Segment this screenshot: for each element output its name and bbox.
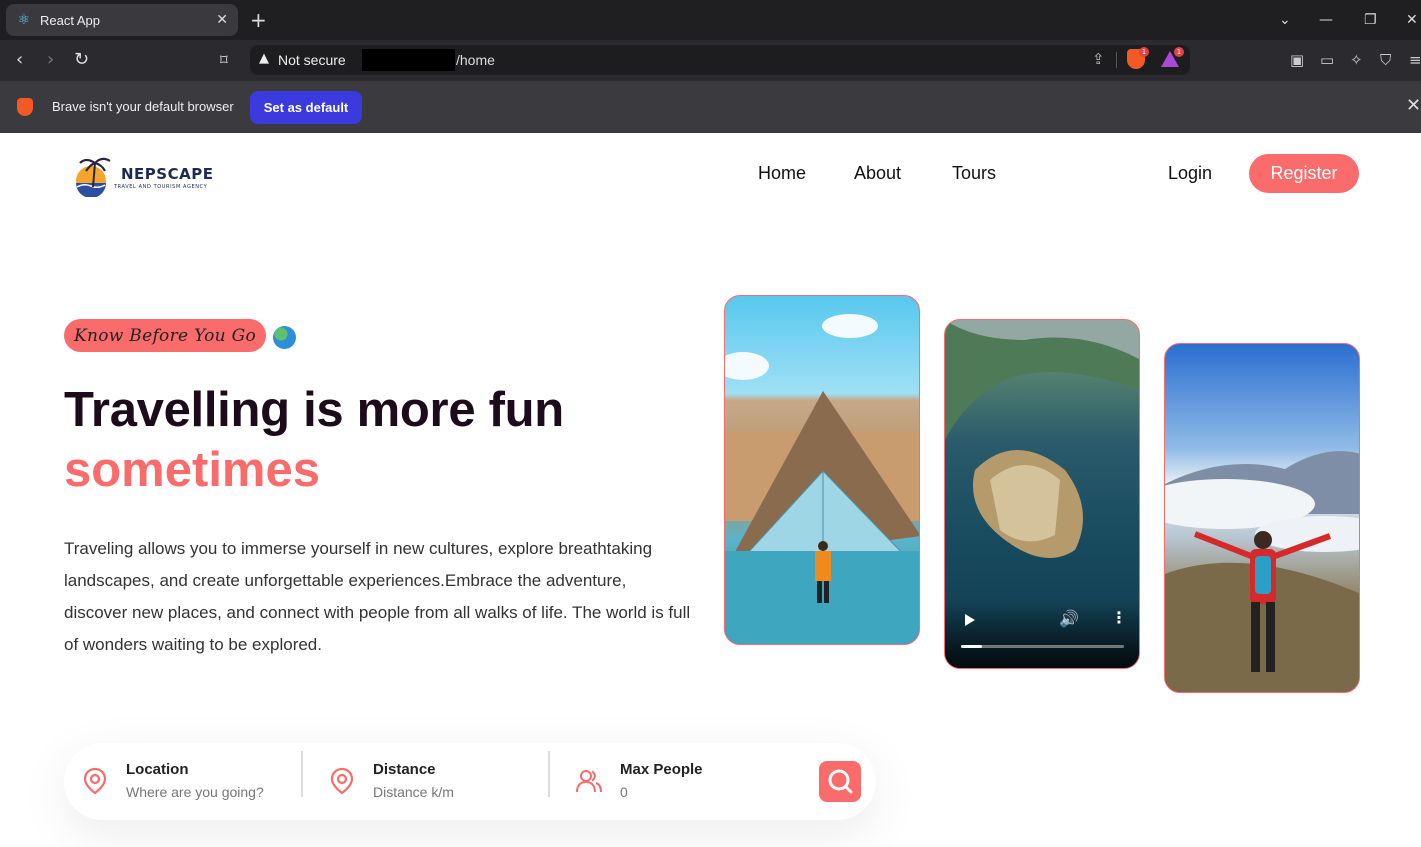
sidebar-toggle-icon[interactable]: ▣ [1290, 52, 1304, 68]
omnibox-divider [1116, 52, 1117, 68]
nav-about[interactable]: About [854, 163, 901, 184]
address-bar[interactable]: ▲ Not secure /home ⇪ 1 1 [250, 45, 1190, 75]
more-options-icon[interactable]: ⋮ [1111, 608, 1127, 627]
distance-input[interactable]: Distance k/m [373, 784, 454, 800]
globe-icon [273, 326, 296, 349]
site-logo[interactable]: NEPSCAPE TRAVEL AND TOURISM AGENCY [72, 153, 222, 199]
browser-tab[interactable]: ⚛ React App ✕ [6, 4, 238, 36]
menu-icon[interactable]: ≡ [1409, 52, 1421, 68]
maximize-icon[interactable]: ❐ [1364, 8, 1377, 32]
wallet-icon[interactable]: ▭ [1320, 52, 1334, 68]
location-pin-icon [330, 767, 354, 795]
site-header: NEPSCAPE TRAVEL AND TOURISM AGENCY Home … [0, 133, 1421, 215]
louvre-pyramid-illustration [725, 314, 919, 644]
new-tab-button[interactable]: + [250, 8, 267, 32]
login-button[interactable]: Login [1168, 163, 1212, 184]
search-button[interactable] [819, 761, 861, 802]
address-toolbar: ‹ › ↻ ⌑ ▲ Not secure /home ⇪ 1 1 ▣ ▭ ✧ ⛉… [0, 40, 1421, 81]
shields-badge: 1 [1139, 47, 1149, 57]
video-progress-bar[interactable] [961, 645, 1124, 648]
set-default-button[interactable]: Set as default [250, 91, 362, 124]
logo-tagline: TRAVEL AND TOURISM AGENCY [114, 184, 208, 190]
volume-icon[interactable]: 🔊 [1059, 609, 1079, 628]
location-input[interactable]: Where are you going? [126, 784, 264, 800]
hero-subtitle: Know Before You Go [64, 319, 266, 352]
bookmark-icon[interactable]: ⌑ [220, 48, 228, 72]
hero-video[interactable]: 🔊 ⋮ [944, 319, 1140, 669]
tab-close-icon[interactable]: ✕ [216, 12, 228, 28]
react-icon: ⚛ [17, 12, 31, 28]
hero-image-hiker [1164, 343, 1360, 693]
location-label: Location [126, 761, 189, 778]
security-label[interactable]: Not secure [278, 52, 346, 68]
video-progress-fill [961, 645, 983, 648]
infobar-close-icon[interactable]: ✕ [1406, 95, 1421, 116]
tab-title: React App [40, 12, 100, 28]
search-bar: Location Where are you going? Distance D… [64, 743, 876, 820]
default-browser-infobar: Brave isn't your default browser Set as … [0, 81, 1421, 133]
search-icon [828, 769, 853, 794]
register-button[interactable]: Register [1249, 154, 1359, 193]
browser-tab-bar: ⚛ React App ✕ + ⌄ — ❐ ✕ [0, 0, 1421, 40]
back-icon[interactable]: ‹ [16, 48, 23, 72]
reload-icon[interactable]: ↻ [74, 48, 89, 72]
hero-title: Travelling is more fun [64, 383, 564, 437]
share-icon[interactable]: ⇪ [1092, 50, 1105, 68]
redacted-host [362, 49, 455, 71]
nav-tours[interactable]: Tours [952, 163, 996, 184]
forward-icon[interactable]: › [47, 48, 54, 72]
url-path: /home [456, 52, 495, 68]
location-field[interactable]: Location Where are you going? [82, 753, 282, 809]
hero-title-highlight: sometimes [64, 443, 321, 497]
play-icon[interactable] [965, 614, 975, 626]
max-people-label: Max People [620, 761, 703, 778]
hero-image-louvre [724, 295, 920, 645]
mountain-hiker-illustration [1165, 451, 1359, 692]
palm-sunset-logo-icon [76, 157, 111, 197]
infobar-message: Brave isn't your default browser [52, 99, 234, 114]
tab-list-icon[interactable]: ⌄ [1279, 8, 1291, 32]
max-people-field[interactable]: Max People 0 [576, 753, 776, 809]
hero-description: Traveling allows you to immerse yourself… [64, 539, 691, 654]
window-close-icon[interactable]: ✕ [1406, 8, 1418, 32]
distance-field[interactable]: Distance Distance k/m [329, 753, 529, 809]
search-divider [548, 751, 550, 797]
group-icon [576, 770, 602, 793]
brave-logo-icon [17, 98, 33, 116]
max-people-input[interactable]: 0 [620, 784, 628, 800]
leo-ai-icon[interactable]: ✧ [1350, 52, 1363, 68]
vpn-icon[interactable]: ⛉ [1380, 52, 1391, 68]
video-controls: 🔊 ⋮ [945, 600, 1139, 668]
rewards-badge: 1 [1174, 47, 1184, 57]
logo-name: NEPSCAPE [121, 165, 214, 183]
warning-icon: ▲ [259, 51, 269, 66]
search-divider [301, 751, 303, 797]
minimize-icon[interactable]: — [1319, 8, 1333, 32]
location-pin-icon [83, 767, 107, 795]
distance-label: Distance [373, 761, 436, 778]
nav-home[interactable]: Home [758, 163, 806, 184]
